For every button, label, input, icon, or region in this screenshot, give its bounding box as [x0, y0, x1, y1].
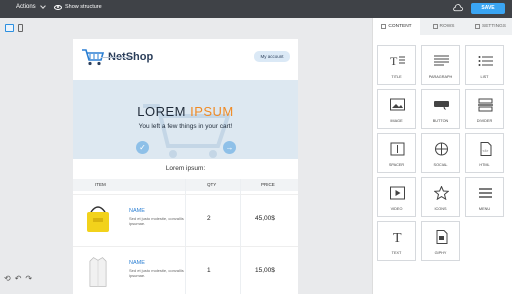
check-icon: ✓ — [136, 141, 149, 154]
arrow-right-icon: → — [223, 141, 236, 154]
show-structure-toggle[interactable]: Show structure — [54, 4, 102, 10]
panel-tabs: CONTENT ROWS SETTINGS — [373, 18, 512, 35]
product-qty: 2 — [207, 215, 211, 222]
product-price: 45,00$ — [255, 215, 275, 222]
star-icon — [434, 186, 449, 200]
html-icon: </> — [480, 142, 492, 156]
product-description: Sed et justo molestie, convallis ipsumae… — [129, 216, 184, 226]
block-social[interactable]: SOCIAL — [421, 133, 460, 173]
mobile-view-icon[interactable] — [18, 24, 23, 32]
title-icon: T — [390, 54, 405, 68]
block-video[interactable]: VIDEO — [377, 177, 416, 217]
history-icon[interactable]: ⟲ — [4, 274, 11, 283]
shirt-product-image — [89, 257, 107, 287]
block-spacer[interactable]: SPACER — [377, 133, 416, 173]
block-title[interactable]: T TITLE — [377, 45, 416, 85]
sidebar-panel: CONTENT ROWS SETTINGS T TITLE PARAGRAPH … — [372, 18, 512, 294]
block-divider[interactable]: DIVIDER — [465, 89, 504, 129]
redo-icon[interactable]: ↷ — [25, 274, 32, 283]
undo-icon[interactable]: ↶ — [15, 274, 22, 283]
show-structure-label: Show structure — [65, 4, 102, 10]
tab-rows[interactable]: ROWS — [420, 18, 467, 35]
editor-canvas: NetShop My account LOREM IPSUM You left … — [0, 18, 372, 294]
social-icon — [435, 142, 448, 156]
block-button[interactable]: BUTTON — [421, 89, 460, 129]
svg-text:</>: </> — [483, 148, 489, 153]
block-giphy[interactable]: GIPHY — [421, 221, 460, 261]
section-title: Lorem ipsum: — [165, 165, 206, 172]
image-icon — [390, 98, 405, 111]
block-menu[interactable]: MENU — [465, 177, 504, 217]
block-icons[interactable]: ICONS — [421, 177, 460, 217]
history-controls: ⟲ ↶ ↷ — [4, 274, 32, 283]
block-html[interactable]: </> HTML — [465, 133, 504, 173]
hero-subtitle: You left a few things in your cart! — [138, 123, 233, 130]
spacer-icon — [390, 142, 405, 156]
product-description: Sed et justo molestie, convallis ipsumae… — [129, 268, 184, 278]
text-icon: T — [393, 231, 402, 244]
block-text[interactable]: T TEXT — [377, 221, 416, 261]
divider-icon — [478, 98, 493, 112]
col-item: ITEM — [95, 182, 106, 187]
cloud-upload-icon[interactable] — [452, 4, 463, 12]
hero-title: LOREM IPSUM — [137, 104, 234, 119]
bag-product-image — [87, 206, 109, 232]
eye-icon — [54, 4, 62, 10]
list-icon — [478, 56, 493, 66]
settings-icon — [475, 24, 480, 29]
block-list[interactable]: LIST — [465, 45, 504, 85]
product-price: 15,00$ — [255, 267, 275, 274]
menu-icon — [479, 188, 492, 198]
block-image[interactable]: IMAGE — [377, 89, 416, 129]
table-row: NAME Sed et justo molestie, convallis ip… — [73, 194, 298, 246]
product-qty: 1 — [207, 267, 211, 274]
paragraph-icon — [434, 55, 449, 66]
actions-label: Actions — [16, 4, 36, 10]
rows-icon — [432, 24, 438, 29]
product-name[interactable]: NAME — [129, 208, 145, 214]
grid-icon — [381, 24, 387, 29]
hero-banner: LOREM IPSUM You left a few things in you… — [73, 80, 298, 159]
my-account-button[interactable]: My account — [254, 51, 290, 62]
svg-text:T: T — [393, 231, 402, 244]
top-toolbar: Actions Show structure SAVE — [0, 0, 512, 18]
tab-content[interactable]: CONTENT — [373, 18, 420, 35]
view-toggle — [5, 24, 23, 32]
col-price: PRICE — [261, 182, 275, 187]
col-qty: QTY — [207, 182, 217, 187]
block-paragraph[interactable]: PARAGRAPH — [421, 45, 460, 85]
button-icon — [434, 101, 449, 110]
table-row: NAME Sed et justo molestie, convallis ip… — [73, 246, 298, 294]
save-button[interactable]: SAVE — [471, 3, 505, 14]
logo-underline — [101, 57, 131, 58]
desktop-view-icon[interactable] — [5, 24, 14, 32]
giphy-icon — [436, 230, 448, 244]
chevron-down-icon — [39, 3, 46, 9]
svg-text:T: T — [390, 54, 398, 68]
tab-settings[interactable]: SETTINGS — [467, 18, 512, 35]
email-preview[interactable]: NetShop My account LOREM IPSUM You left … — [73, 39, 298, 294]
product-name[interactable]: NAME — [129, 260, 145, 266]
actions-menu[interactable]: Actions — [16, 3, 46, 10]
video-icon — [390, 186, 405, 200]
